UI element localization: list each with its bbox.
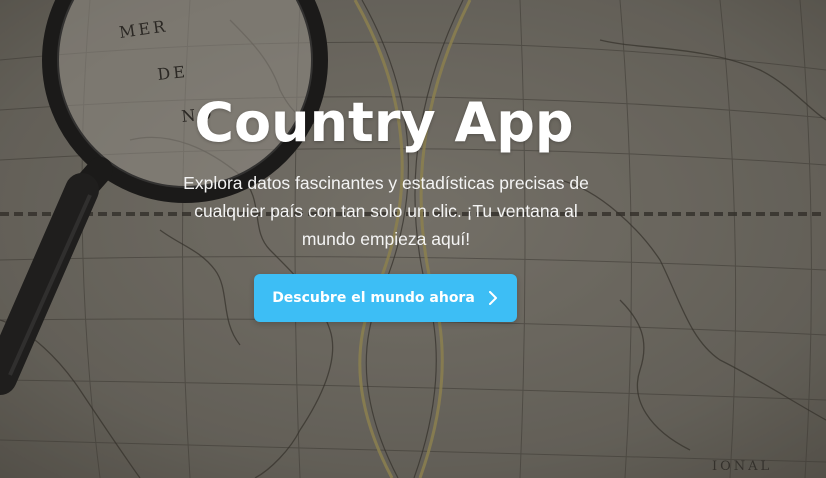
hero-content: Country App Explora datos fascinantes y … xyxy=(0,0,826,478)
cta-label: Descubre el mundo ahora xyxy=(272,290,475,306)
page-title: Country App xyxy=(194,91,574,154)
chevron-right-icon xyxy=(488,291,497,305)
hero-subtitle: Explora datos fascinantes y estadísticas… xyxy=(183,173,589,249)
discover-world-button[interactable]: Descubre el mundo ahora xyxy=(254,274,517,322)
hero-section: MER DE NO IONAL Country App Explora dato… xyxy=(0,0,826,478)
